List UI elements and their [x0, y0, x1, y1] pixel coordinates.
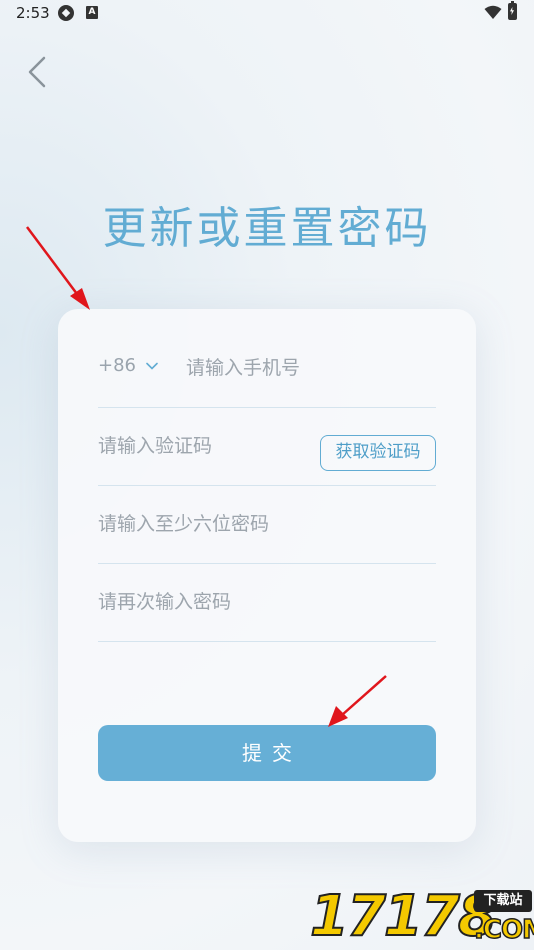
wifi-icon	[484, 5, 502, 19]
verification-code-input[interactable]	[98, 431, 308, 461]
code-field-row: 获取验证码	[98, 407, 436, 486]
back-button[interactable]	[22, 52, 58, 92]
battery-icon	[508, 1, 517, 20]
site-watermark: 17178 下载站 .COM	[309, 884, 534, 949]
confirm-password-field-row	[98, 563, 436, 642]
phone-field-row: +86	[98, 329, 436, 408]
page-title: 更新或重置密码	[102, 203, 432, 254]
password-input[interactable]	[98, 509, 436, 539]
status-bar: 2:53 A	[0, 0, 534, 28]
confirm-password-input[interactable]	[98, 587, 436, 617]
status-time: 2:53	[16, 4, 50, 22]
submit-button[interactable]: 提交	[98, 725, 436, 781]
reset-password-form: +86 获取验证码 提交	[58, 309, 476, 842]
country-code-selector[interactable]: +86	[98, 355, 158, 376]
chevron-down-icon	[146, 362, 158, 370]
watermark-suffix: .COM	[473, 914, 534, 946]
chevron-left-icon	[28, 56, 46, 88]
country-code-label: +86	[98, 355, 136, 376]
app-notification-icon	[58, 5, 74, 21]
watermark-digits: 17178	[309, 884, 498, 949]
watermark-badge: 下载站	[474, 890, 532, 912]
phone-input[interactable]	[186, 353, 436, 383]
a-letter-icon: A	[86, 6, 98, 19]
password-field-row	[98, 485, 436, 564]
get-code-button[interactable]: 获取验证码	[320, 435, 436, 471]
